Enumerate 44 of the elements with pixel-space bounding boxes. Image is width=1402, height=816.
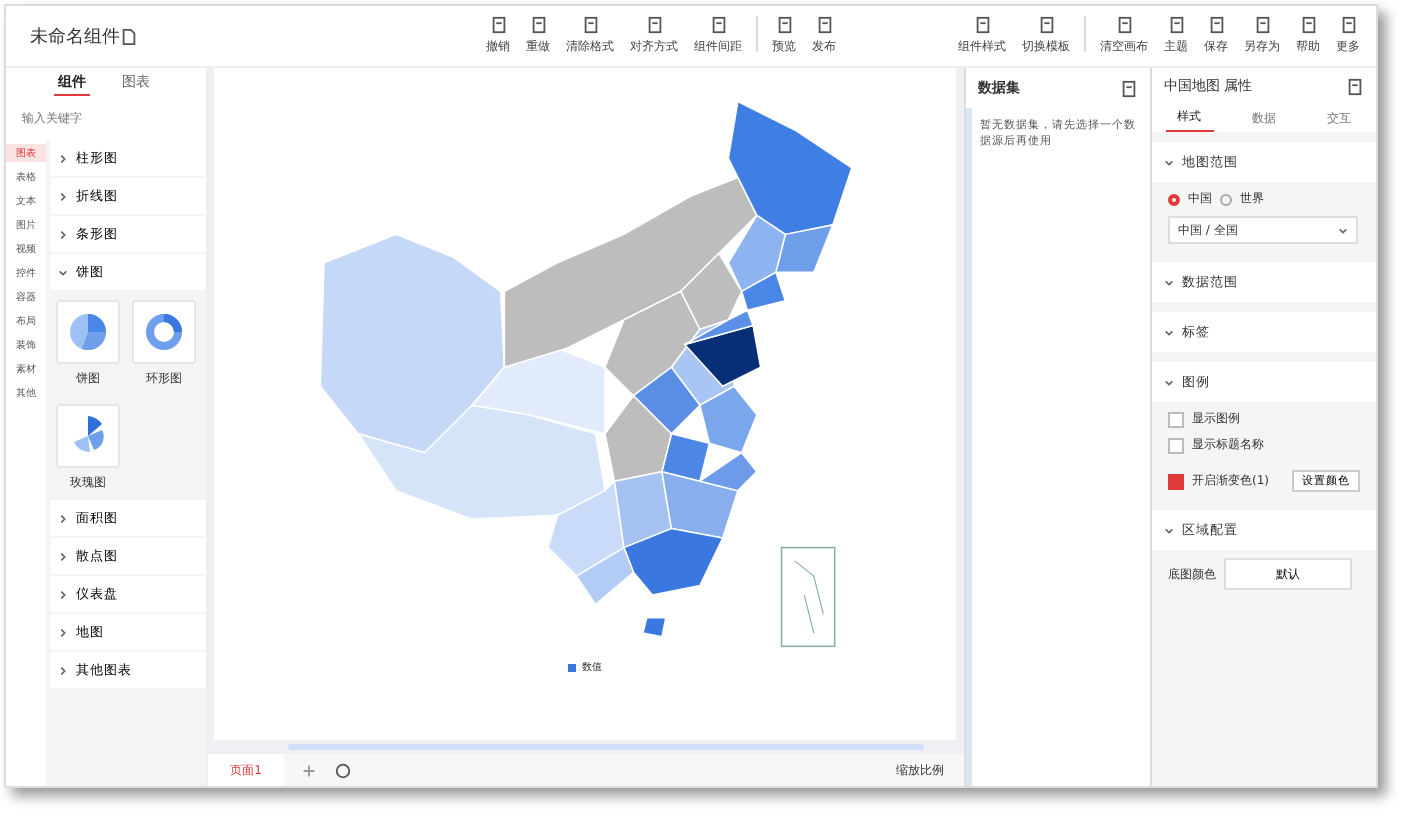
tool-icon [581,16,599,34]
tool-icon [1115,16,1133,34]
file-icon[interactable] [120,27,138,45]
checkbox[interactable] [1168,437,1184,453]
tool-icon [1037,16,1055,34]
tool-icon [709,16,727,34]
tool-icon [489,16,507,34]
radio-button[interactable] [1220,193,1232,205]
chevron-right-icon [58,589,68,599]
chevron-right-icon [58,229,68,239]
radio-button[interactable] [1168,193,1180,205]
pie-chart-icon [66,310,110,354]
tool-icon [775,16,793,34]
tool-icon [1299,16,1317,34]
tool-icon [973,16,991,34]
checkbox[interactable] [1168,411,1184,427]
chart-thumbnail[interactable] [132,300,196,364]
checkbox[interactable] [1168,473,1184,489]
chevron-down-icon [1164,377,1174,387]
chevron-right-icon [58,551,68,561]
chevron-down-icon [58,267,68,277]
app-title: 未命名组件 [30,25,120,49]
tool-icon [645,16,663,34]
chart-thumbnail[interactable] [56,300,120,364]
chevron-right-icon [58,153,68,163]
tool-icon [1207,16,1225,34]
chevron-right-icon [58,627,68,637]
chevron-down-icon [1164,157,1174,167]
legend-marker [568,663,576,671]
chevron-down-icon [1338,225,1348,235]
chevron-right-icon [58,513,68,523]
tool-icon [1253,16,1271,34]
chevron-down-icon [1164,525,1174,535]
add-icon[interactable] [300,761,318,779]
tool-icon [815,16,833,34]
tool-icon [1339,16,1357,34]
donut-chart-icon [142,310,186,354]
chart-thumbnail[interactable] [56,404,120,468]
tool-icon [529,16,547,34]
chevron-right-icon [58,191,68,201]
chevron-down-icon [1164,327,1174,337]
chevron-down-icon [1164,277,1174,287]
tool-icon [1167,16,1185,34]
chevron-right-icon [58,665,68,675]
